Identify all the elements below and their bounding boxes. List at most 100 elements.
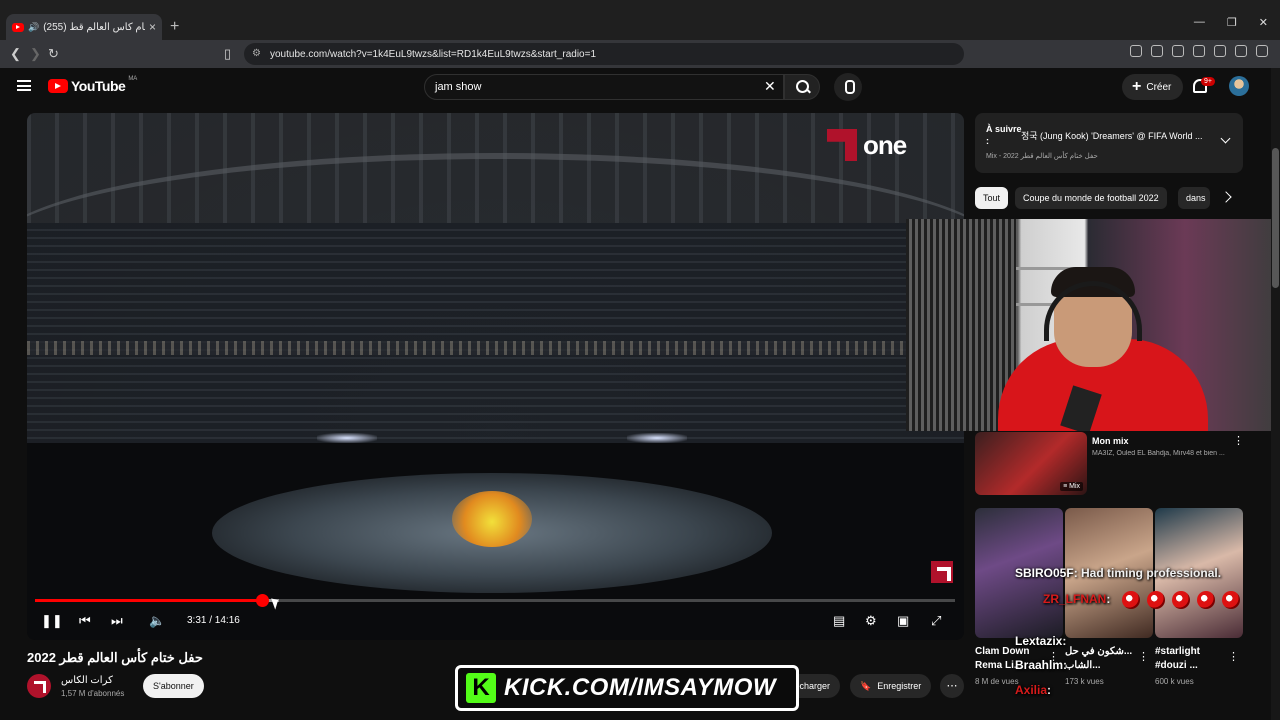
address-bar-row: ❮ ❯ ↻ ▯ ⚙ youtube.com/watch?v=1k4EuL9twz… bbox=[0, 40, 1280, 68]
extension-icon[interactable] bbox=[1193, 45, 1205, 57]
up-next-panel[interactable]: À suivre : 정국 (Jung Kook) 'Dreamers' @ F… bbox=[975, 113, 1243, 173]
channel-branding-icon[interactable] bbox=[931, 561, 953, 583]
window-controls: — ❐ ✕ bbox=[1194, 16, 1280, 29]
streamer-webcam bbox=[906, 219, 1278, 431]
up-next-subtitle: Mix - 2022 حفل ختام كأس العالم قطر bbox=[986, 153, 1098, 160]
forward-icon[interactable]: ❯ bbox=[30, 46, 41, 62]
chat-message: SBIRO05F: Had timing professional. bbox=[1015, 566, 1221, 580]
expand-chevron-icon[interactable] bbox=[1220, 133, 1231, 144]
channel-avatar[interactable] bbox=[27, 674, 51, 698]
url-field[interactable]: ⚙ youtube.com/watch?v=1k4EuL9twzs&list=R… bbox=[244, 43, 964, 65]
extension-icon[interactable] bbox=[1151, 45, 1163, 57]
search-input[interactable]: jam show bbox=[424, 74, 784, 100]
site-info-icon[interactable]: ⚙ bbox=[252, 48, 261, 59]
guide-menu-icon[interactable] bbox=[17, 80, 31, 91]
new-tab-icon[interactable]: + bbox=[170, 18, 179, 36]
chat-message: Braahlm: bbox=[1015, 658, 1067, 672]
up-next-label: À suivre : bbox=[986, 124, 1022, 146]
url-text: youtube.com/watch?v=1k4EuL9twzs&list=RD1… bbox=[270, 48, 597, 60]
volume-icon[interactable]: 🔈 bbox=[149, 613, 165, 629]
subscribe-button[interactable]: S'abonner bbox=[143, 674, 204, 698]
channel-name[interactable]: كرات الكاس bbox=[61, 675, 113, 686]
audio-playing-icon[interactable]: 🔊 bbox=[28, 22, 39, 33]
tab-title: (255) حفل ختام كأس العالم قط... bbox=[43, 21, 145, 33]
card-menu-icon[interactable]: ⋮ bbox=[1233, 434, 1244, 447]
short-menu-icon[interactable]: ⋮ bbox=[1138, 650, 1149, 663]
chat-message: Axilia: bbox=[1015, 683, 1051, 697]
short-views: 600 k vues bbox=[1155, 677, 1194, 686]
pause-icon[interactable]: ❚❚ bbox=[41, 613, 63, 629]
save-label: Enregistrer bbox=[877, 681, 922, 691]
save-button[interactable]: 🔖 Enregistrer bbox=[850, 674, 932, 698]
time-display: 3:31 / 14:16 bbox=[187, 615, 240, 626]
search-button[interactable] bbox=[784, 74, 820, 100]
video-player[interactable]: one ❚❚ ⏮ ⏭ 🔈 3:31 / 14:16 ▤ ⚙ ▣ ⤢ bbox=[27, 113, 964, 640]
create-button[interactable]: + Créer bbox=[1122, 74, 1184, 100]
mix-thumbnail[interactable]: ≡ Mix bbox=[975, 432, 1087, 495]
notification-count-badge: 9+ bbox=[1201, 77, 1215, 86]
account-avatar[interactable] bbox=[1229, 76, 1249, 96]
reload-icon[interactable]: ↻ bbox=[48, 46, 59, 62]
kick-url-text: KICK.COM/IMSAYMOW bbox=[504, 674, 777, 701]
fullscreen-icon[interactable]: ⤢ bbox=[931, 613, 941, 629]
search-query: jam show bbox=[435, 81, 482, 93]
more-actions-icon[interactable]: ⋯ bbox=[940, 674, 964, 698]
window-close-icon[interactable]: ✕ bbox=[1259, 16, 1268, 29]
youtube-header: YouTube MA jam show ✕ + Créer 9+ bbox=[0, 68, 1280, 106]
voice-search-icon[interactable] bbox=[834, 73, 862, 101]
page-scrollbar[interactable] bbox=[1271, 68, 1280, 720]
stage-centerpiece bbox=[452, 491, 532, 547]
mix-badge: ≡ Mix bbox=[1060, 482, 1083, 491]
tab-close-icon[interactable]: × bbox=[149, 20, 156, 34]
next-icon[interactable]: ⏭ bbox=[111, 613, 123, 629]
short-title[interactable]: شكون في حل... الشاب... bbox=[1065, 645, 1132, 673]
chat-username: Braahlm bbox=[1015, 658, 1064, 672]
short-views: 173 k vues bbox=[1065, 677, 1104, 686]
chip-world-cup[interactable]: Coupe du monde de football 2022 bbox=[1015, 187, 1167, 209]
minimize-icon[interactable]: — bbox=[1194, 16, 1205, 29]
progress-bar[interactable] bbox=[35, 594, 955, 607]
chips-next-chevron-icon[interactable] bbox=[1220, 191, 1232, 203]
stage-light bbox=[317, 433, 377, 443]
scrollbar-thumb[interactable] bbox=[1272, 148, 1279, 288]
save-playlist-icon: 🔖 bbox=[860, 680, 872, 691]
restore-icon[interactable]: ❐ bbox=[1227, 16, 1237, 29]
miniplayer-icon[interactable]: ▣ bbox=[897, 613, 909, 629]
extension-icon[interactable] bbox=[1130, 45, 1142, 57]
bookmark-icon[interactable]: ▯ bbox=[224, 46, 231, 62]
short-menu-icon[interactable]: ⋮ bbox=[1228, 650, 1239, 663]
short-views: 8 M de vues bbox=[975, 677, 1019, 686]
browser-tabbar: 🔊 (255) حفل ختام كأس العالم قط... × + — … bbox=[0, 0, 1280, 40]
create-label: Créer bbox=[1146, 81, 1172, 93]
wallet-icon[interactable] bbox=[1235, 45, 1247, 57]
emote-icon bbox=[1146, 591, 1165, 609]
kick-logo-icon: K bbox=[466, 673, 496, 703]
player-controls: ❚❚ ⏮ ⏭ 🔈 3:31 / 14:16 ▤ ⚙ ▣ ⤢ bbox=[27, 609, 964, 635]
settings-gear-icon[interactable]: ⚙ bbox=[865, 613, 877, 629]
menu-icon[interactable] bbox=[1256, 45, 1268, 57]
kick-banner: K KICK.COM/IMSAYMOW bbox=[455, 665, 799, 711]
extension-icon[interactable] bbox=[1172, 45, 1184, 57]
back-icon[interactable]: ❮ bbox=[10, 46, 21, 62]
chat-text: : bbox=[1063, 658, 1068, 672]
clear-search-icon[interactable]: ✕ bbox=[764, 78, 776, 95]
up-next-title: 정국 (Jung Kook) 'Dreamers' @ FIFA World .… bbox=[1021, 131, 1203, 141]
short-title[interactable]: #starlight #douzi ... bbox=[1155, 645, 1200, 673]
browser-tab[interactable]: 🔊 (255) حفل ختام كأس العالم قط... × bbox=[6, 14, 162, 40]
subtitles-icon[interactable]: ▤ bbox=[833, 613, 845, 629]
chip-all[interactable]: Tout bbox=[975, 187, 1009, 209]
channel-watermark: one bbox=[827, 129, 907, 161]
chat-text: : Had timing professional. bbox=[1073, 566, 1222, 580]
chat-username: Lextazix bbox=[1015, 634, 1063, 648]
emote-icon bbox=[1121, 591, 1140, 609]
chat-username: ZR_LFNAN bbox=[1043, 592, 1107, 607]
sidebar-icon[interactable] bbox=[1214, 45, 1226, 57]
mix-title: Mon mix bbox=[1092, 436, 1129, 446]
emote-icon bbox=[1196, 591, 1215, 609]
previous-icon[interactable]: ⏮ bbox=[79, 613, 91, 629]
youtube-logo[interactable]: YouTube MA bbox=[48, 76, 137, 94]
chip-dance[interactable]: dans bbox=[1178, 187, 1210, 209]
stage-light bbox=[627, 433, 687, 443]
emote-icon bbox=[1171, 591, 1190, 609]
chat-text: : bbox=[1047, 683, 1052, 697]
